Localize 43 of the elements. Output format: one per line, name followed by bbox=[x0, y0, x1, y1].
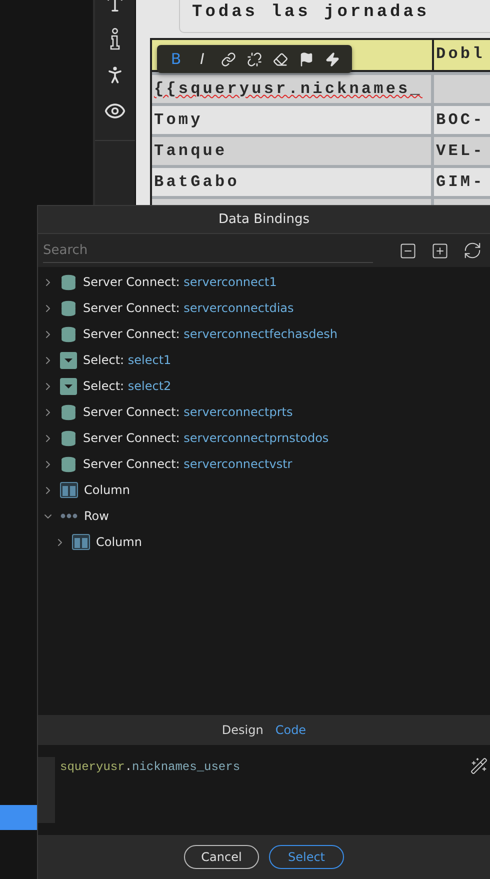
tree-item[interactable]: Server Connect: serverconnectdias bbox=[83, 301, 294, 315]
search-field[interactable]: Search bbox=[43, 238, 373, 262]
tree-item[interactable]: Server Connect: serverconnectprnstodos bbox=[83, 431, 329, 445]
select-button[interactable]: Select bbox=[269, 845, 344, 869]
database-icon bbox=[60, 326, 77, 342]
eraser-icon bbox=[273, 52, 288, 66]
broken-link-icon bbox=[246, 52, 262, 66]
view-tab[interactable]: Design bbox=[222, 723, 264, 737]
header-cell: Dobl bbox=[434, 40, 490, 70]
dots-icon bbox=[60, 513, 78, 519]
database-icon bbox=[60, 456, 77, 472]
columns-icon bbox=[72, 534, 90, 550]
columns-icon bbox=[60, 482, 78, 498]
heading-box: Todas las jornadas bbox=[179, 0, 490, 33]
tree-item[interactable]: Row bbox=[84, 509, 109, 523]
info-icon[interactable] bbox=[110, 28, 120, 50]
tree-item[interactable]: Select: select2 bbox=[83, 379, 172, 393]
database-icon bbox=[60, 430, 77, 446]
database-icon bbox=[60, 404, 77, 420]
expand-all-button[interactable] bbox=[431, 242, 449, 260]
refresh-button[interactable] bbox=[463, 241, 482, 260]
collapse-all-button[interactable] bbox=[399, 242, 417, 260]
database-icon bbox=[60, 300, 77, 316]
lightning-icon bbox=[325, 52, 340, 66]
tree-item[interactable]: Server Connect: serverconnectvstr bbox=[83, 457, 292, 471]
italic-button[interactable]: I bbox=[189, 47, 216, 71]
tree-item[interactable]: Server Connect: serverconnect1 bbox=[83, 275, 277, 289]
tree-item[interactable]: Server Connect: serverconnectfechasdesh bbox=[83, 327, 338, 341]
dropdown-icon bbox=[60, 378, 77, 394]
cancel-button[interactable]: Cancel bbox=[184, 845, 259, 869]
tree-item[interactable]: Select: select1 bbox=[83, 353, 172, 367]
dialog-title: Data Bindings bbox=[38, 206, 490, 234]
link-icon bbox=[220, 52, 236, 66]
view-tab[interactable]: Code bbox=[275, 723, 306, 737]
magic-wand-button[interactable] bbox=[470, 757, 488, 775]
text-size-icon[interactable] bbox=[105, 0, 125, 14]
dropdown-icon bbox=[60, 352, 77, 368]
flag-icon bbox=[299, 52, 314, 66]
tree-item[interactable]: Column bbox=[84, 483, 130, 497]
tree-item[interactable]: Server Connect: serverconnectprts bbox=[83, 405, 293, 419]
database-icon bbox=[60, 274, 77, 290]
tree-item[interactable]: Column bbox=[96, 535, 142, 549]
bold-button[interactable]: B bbox=[163, 47, 190, 71]
